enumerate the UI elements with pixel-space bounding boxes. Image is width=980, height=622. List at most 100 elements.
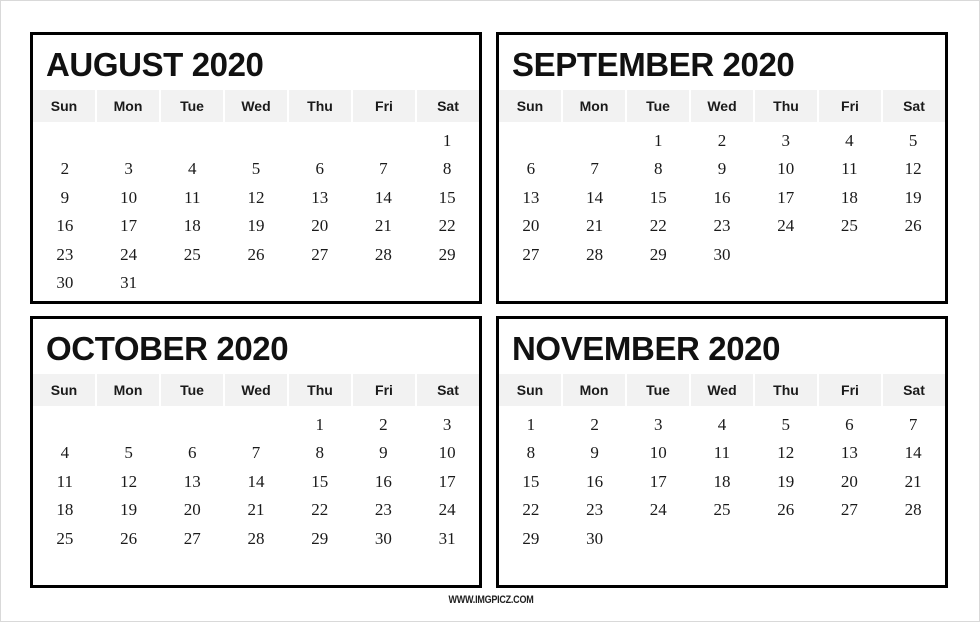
day-cell[interactable]: 16 bbox=[563, 467, 627, 496]
day-cell[interactable]: 11 bbox=[690, 439, 754, 468]
day-cell[interactable]: 4 bbox=[33, 439, 97, 468]
day-cell[interactable]: 12 bbox=[754, 439, 818, 468]
day-cell[interactable]: 7 bbox=[352, 155, 416, 184]
day-cell[interactable]: 2 bbox=[690, 126, 754, 155]
day-cell[interactable]: 23 bbox=[563, 496, 627, 525]
day-cell[interactable]: 28 bbox=[352, 240, 416, 269]
day-cell[interactable]: 13 bbox=[160, 467, 224, 496]
day-cell[interactable]: 26 bbox=[224, 240, 288, 269]
day-cell[interactable]: 12 bbox=[224, 183, 288, 212]
day-cell[interactable]: 29 bbox=[288, 524, 352, 553]
day-cell[interactable]: 4 bbox=[160, 155, 224, 184]
day-cell[interactable]: 11 bbox=[160, 183, 224, 212]
day-cell[interactable]: 29 bbox=[415, 240, 479, 269]
day-cell[interactable]: 7 bbox=[224, 439, 288, 468]
day-cell[interactable]: 8 bbox=[499, 439, 563, 468]
day-cell[interactable]: 13 bbox=[499, 183, 563, 212]
day-cell[interactable]: 14 bbox=[881, 439, 945, 468]
day-cell[interactable]: 27 bbox=[288, 240, 352, 269]
day-cell[interactable]: 15 bbox=[415, 183, 479, 212]
day-cell[interactable]: 9 bbox=[563, 439, 627, 468]
day-cell[interactable]: 19 bbox=[224, 212, 288, 241]
day-cell[interactable]: 20 bbox=[288, 212, 352, 241]
day-cell[interactable]: 22 bbox=[288, 496, 352, 525]
day-cell[interactable]: 4 bbox=[690, 410, 754, 439]
day-cell[interactable]: 26 bbox=[754, 496, 818, 525]
day-cell[interactable]: 27 bbox=[499, 240, 563, 269]
day-cell[interactable]: 9 bbox=[352, 439, 416, 468]
day-cell[interactable]: 12 bbox=[97, 467, 161, 496]
day-cell[interactable]: 7 bbox=[563, 155, 627, 184]
day-cell[interactable]: 21 bbox=[563, 212, 627, 241]
day-cell[interactable]: 3 bbox=[97, 155, 161, 184]
day-cell[interactable]: 14 bbox=[352, 183, 416, 212]
day-cell[interactable]: 21 bbox=[352, 212, 416, 241]
day-cell[interactable]: 26 bbox=[881, 212, 945, 241]
day-cell[interactable]: 20 bbox=[499, 212, 563, 241]
day-cell[interactable]: 13 bbox=[818, 439, 882, 468]
day-cell[interactable]: 14 bbox=[224, 467, 288, 496]
day-cell[interactable]: 6 bbox=[160, 439, 224, 468]
day-cell[interactable]: 11 bbox=[33, 467, 97, 496]
day-cell[interactable]: 30 bbox=[352, 524, 416, 553]
day-cell[interactable]: 6 bbox=[288, 155, 352, 184]
day-cell[interactable]: 29 bbox=[499, 524, 563, 553]
day-cell[interactable]: 30 bbox=[563, 524, 627, 553]
day-cell[interactable]: 4 bbox=[818, 126, 882, 155]
day-cell[interactable]: 10 bbox=[415, 439, 479, 468]
day-cell[interactable]: 12 bbox=[881, 155, 945, 184]
day-cell[interactable]: 22 bbox=[499, 496, 563, 525]
day-cell[interactable]: 3 bbox=[415, 410, 479, 439]
day-cell[interactable]: 2 bbox=[563, 410, 627, 439]
day-cell[interactable]: 18 bbox=[33, 496, 97, 525]
day-cell[interactable]: 18 bbox=[690, 467, 754, 496]
day-cell[interactable]: 24 bbox=[415, 496, 479, 525]
day-cell[interactable]: 15 bbox=[288, 467, 352, 496]
day-cell[interactable]: 5 bbox=[754, 410, 818, 439]
day-cell[interactable]: 9 bbox=[690, 155, 754, 184]
day-cell[interactable]: 25 bbox=[818, 212, 882, 241]
day-cell[interactable]: 22 bbox=[415, 212, 479, 241]
day-cell[interactable]: 24 bbox=[754, 212, 818, 241]
day-cell[interactable]: 28 bbox=[563, 240, 627, 269]
day-cell[interactable]: 16 bbox=[690, 183, 754, 212]
day-cell[interactable]: 24 bbox=[626, 496, 690, 525]
day-cell[interactable]: 23 bbox=[33, 240, 97, 269]
day-cell[interactable]: 5 bbox=[881, 126, 945, 155]
day-cell[interactable]: 18 bbox=[818, 183, 882, 212]
day-cell[interactable]: 9 bbox=[33, 183, 97, 212]
day-cell[interactable]: 8 bbox=[626, 155, 690, 184]
day-cell[interactable]: 29 bbox=[626, 240, 690, 269]
day-cell[interactable]: 17 bbox=[626, 467, 690, 496]
day-cell[interactable]: 18 bbox=[160, 212, 224, 241]
day-cell[interactable]: 19 bbox=[754, 467, 818, 496]
day-cell[interactable]: 31 bbox=[97, 269, 161, 298]
day-cell[interactable]: 30 bbox=[690, 240, 754, 269]
day-cell[interactable]: 28 bbox=[881, 496, 945, 525]
day-cell[interactable]: 30 bbox=[33, 269, 97, 298]
day-cell[interactable]: 10 bbox=[97, 183, 161, 212]
day-cell[interactable]: 11 bbox=[818, 155, 882, 184]
day-cell[interactable]: 21 bbox=[881, 467, 945, 496]
day-cell[interactable]: 23 bbox=[352, 496, 416, 525]
day-cell[interactable]: 3 bbox=[754, 126, 818, 155]
day-cell[interactable]: 2 bbox=[352, 410, 416, 439]
day-cell[interactable]: 19 bbox=[97, 496, 161, 525]
day-cell[interactable]: 1 bbox=[288, 410, 352, 439]
day-cell[interactable]: 14 bbox=[563, 183, 627, 212]
day-cell[interactable]: 23 bbox=[690, 212, 754, 241]
day-cell[interactable]: 10 bbox=[754, 155, 818, 184]
day-cell[interactable]: 3 bbox=[626, 410, 690, 439]
day-cell[interactable]: 25 bbox=[690, 496, 754, 525]
day-cell[interactable]: 20 bbox=[818, 467, 882, 496]
day-cell[interactable]: 6 bbox=[818, 410, 882, 439]
day-cell[interactable]: 1 bbox=[499, 410, 563, 439]
day-cell[interactable]: 8 bbox=[288, 439, 352, 468]
day-cell[interactable]: 26 bbox=[97, 524, 161, 553]
day-cell[interactable]: 27 bbox=[818, 496, 882, 525]
day-cell[interactable]: 15 bbox=[499, 467, 563, 496]
day-cell[interactable]: 31 bbox=[415, 524, 479, 553]
day-cell[interactable]: 5 bbox=[224, 155, 288, 184]
day-cell[interactable]: 17 bbox=[415, 467, 479, 496]
day-cell[interactable]: 16 bbox=[352, 467, 416, 496]
